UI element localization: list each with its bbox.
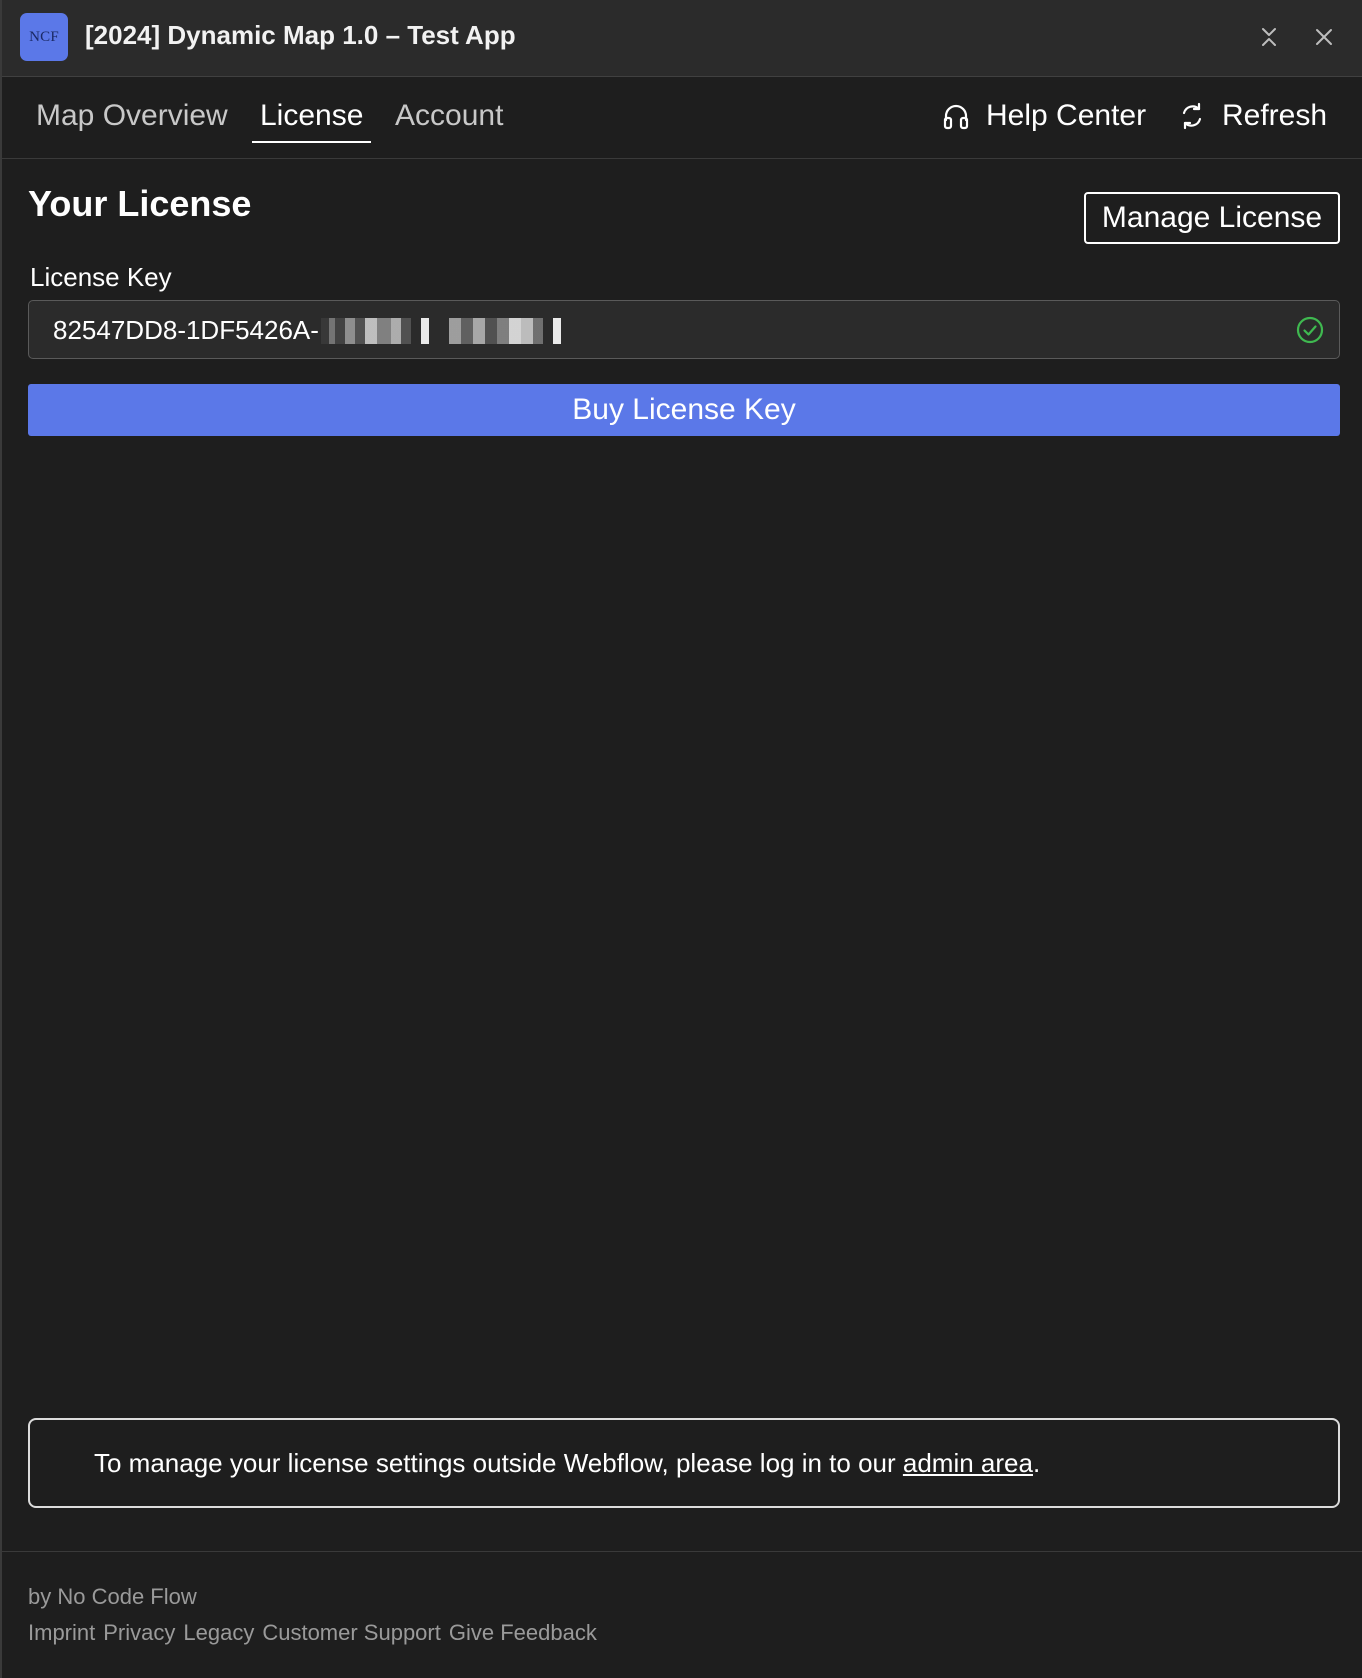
tab-account[interactable]: Account	[395, 99, 503, 141]
headphones-icon	[940, 100, 972, 132]
help-center-link[interactable]: Help Center	[940, 99, 1146, 133]
footer: by No Code Flow Imprint Privacy Legacy C…	[2, 1551, 1362, 1678]
refresh-icon	[1176, 100, 1208, 132]
tab-license[interactable]: License	[252, 99, 372, 143]
notice-text-before: To manage your license settings outside …	[94, 1448, 903, 1478]
refresh-button[interactable]: Refresh	[1176, 99, 1327, 133]
tab-map-overview[interactable]: Map Overview	[36, 99, 228, 141]
app-title: [2024] Dynamic Map 1.0 – Test App	[85, 20, 516, 50]
collapse-icon	[1262, 28, 1276, 46]
redacted-key-segment	[320, 317, 576, 344]
license-key-text: 82547DD8-1DF5426A-	[53, 315, 319, 345]
footer-link-legacy[interactable]: Legacy	[183, 1620, 254, 1646]
footer-links: Imprint Privacy Legacy Customer Support …	[28, 1620, 605, 1646]
app-window: NCF [2024] Dynamic Map 1.0 – Test App Ma…	[0, 0, 1362, 1678]
footer-credit: by No Code Flow	[28, 1584, 197, 1609]
footer-link-give-feedback[interactable]: Give Feedback	[449, 1620, 597, 1646]
license-key-label: License Key	[30, 262, 172, 292]
title-bar: NCF [2024] Dynamic Map 1.0 – Test App	[2, 0, 1362, 77]
footer-link-privacy[interactable]: Privacy	[103, 1620, 175, 1646]
admin-area-link[interactable]: admin area	[903, 1448, 1033, 1478]
buy-license-key-button[interactable]: Buy License Key	[28, 384, 1340, 436]
check-circle-icon	[1296, 316, 1324, 344]
license-key-value: 82547DD8-1DF5426A-	[53, 315, 576, 346]
page-title: Your License	[28, 183, 252, 224]
admin-notice-text: To manage your license settings outside …	[94, 1448, 1040, 1479]
manage-license-button[interactable]: Manage License	[1084, 192, 1340, 244]
footer-link-customer-support[interactable]: Customer Support	[262, 1620, 441, 1646]
collapse-button[interactable]	[1254, 22, 1284, 52]
admin-notice: To manage your license settings outside …	[28, 1418, 1340, 1508]
notice-text-after: .	[1032, 1448, 1041, 1478]
app-logo: NCF	[20, 13, 68, 61]
refresh-label: Refresh	[1222, 99, 1328, 132]
close-button[interactable]	[1309, 22, 1339, 52]
tab-bar: Map Overview License Account Help Center	[2, 77, 1362, 159]
license-key-field[interactable]: 82547DD8-1DF5426A-	[28, 300, 1340, 359]
close-icon	[1316, 29, 1332, 45]
footer-link-imprint[interactable]: Imprint	[28, 1620, 95, 1646]
help-center-label: Help Center	[986, 99, 1147, 132]
